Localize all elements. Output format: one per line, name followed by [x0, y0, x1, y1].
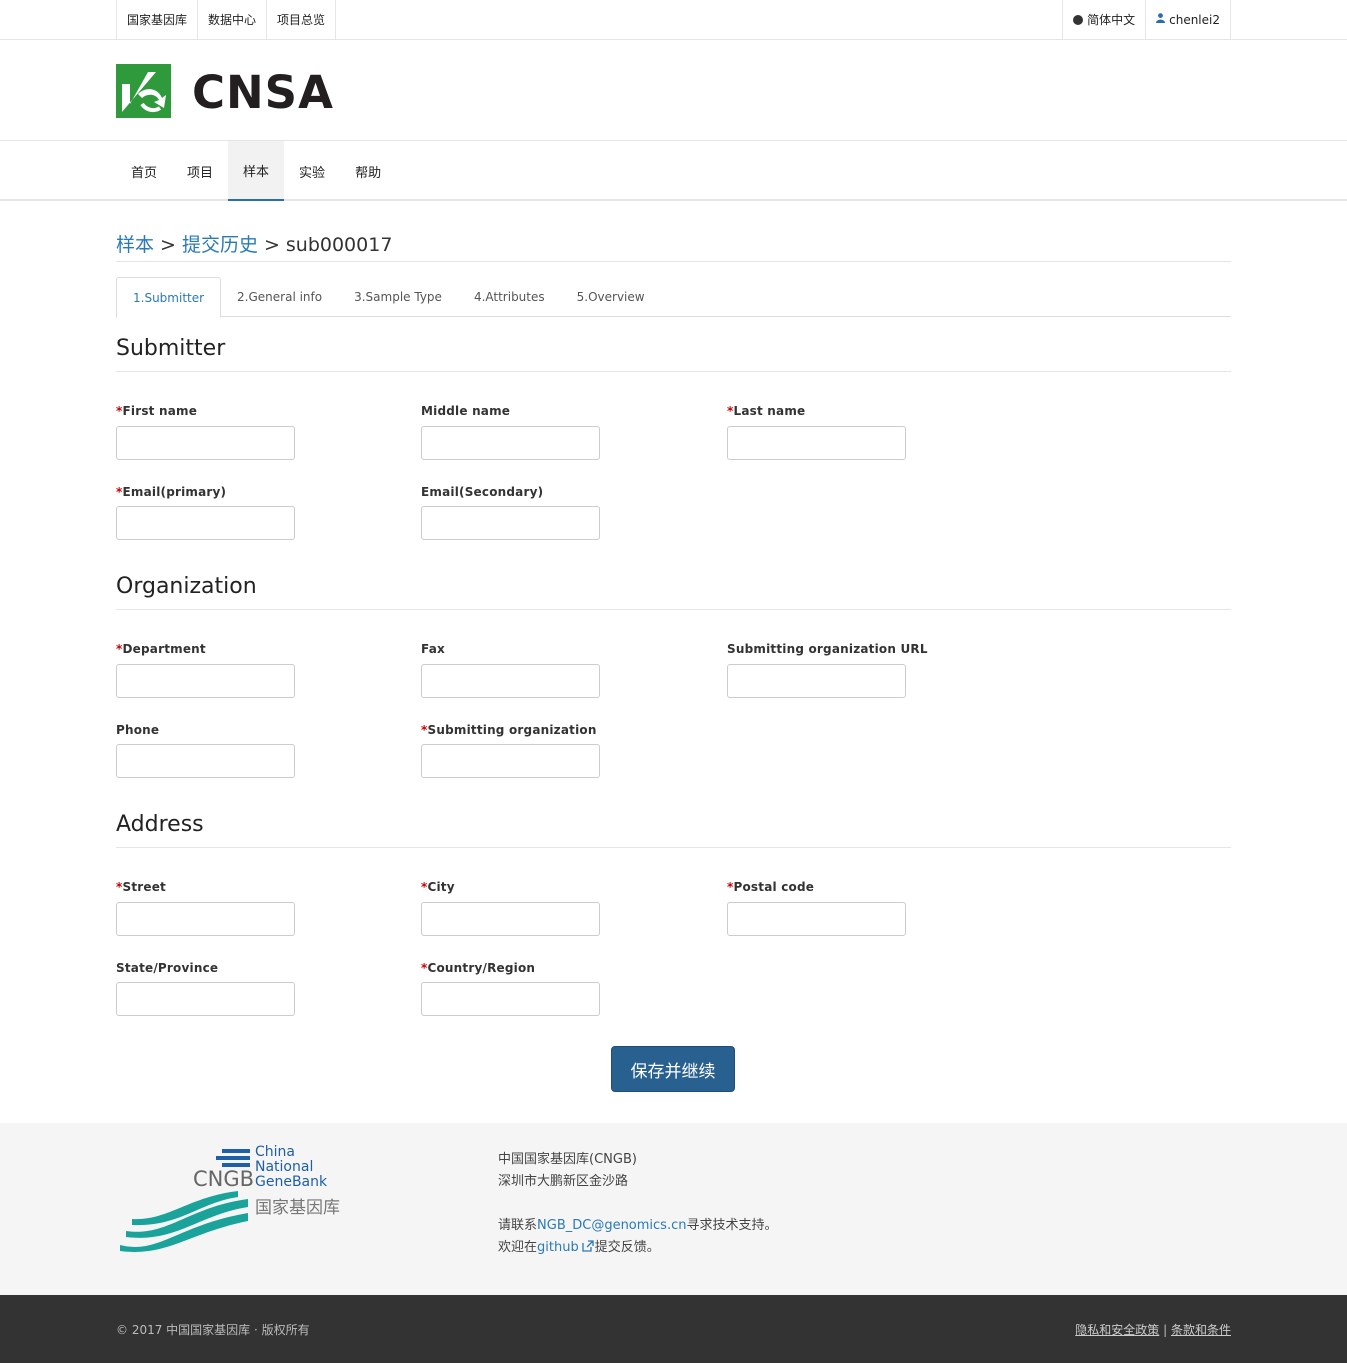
top-link-project-overview[interactable]: 项目总览 [266, 0, 337, 39]
submitting-org-input[interactable] [421, 744, 600, 778]
section-title-submitter: Submitter [116, 336, 1231, 372]
language-switcher[interactable]: 简体中文 [1062, 0, 1145, 39]
top-link-gene-bank[interactable]: 国家基因库 [116, 0, 197, 39]
top-bar: 国家基因库 数据中心 项目总览 简体中文 chenlei2 [0, 0, 1347, 40]
logo-cngb: CNGB [193, 1167, 255, 1191]
save-continue-button[interactable]: 保存并继续 [611, 1046, 735, 1092]
logo-cn: 国家基因库 [255, 1198, 340, 1218]
tab-sample-type[interactable]: 3.Sample Type [338, 277, 458, 317]
label-first-name: *First name [116, 404, 198, 418]
breadcrumb-history[interactable]: 提交历史 [182, 234, 258, 256]
breadcrumb-separator: > [263, 234, 280, 256]
nav-project[interactable]: 项目 [172, 141, 228, 201]
top-links: 国家基因库 数据中心 项目总览 [116, 0, 337, 39]
terms-link[interactable]: 条款和条件 [1171, 1323, 1231, 1337]
cnsa-logo-text[interactable]: CNSA [192, 64, 334, 122]
label-last-name: *Last name [727, 404, 806, 418]
label-postal-code: *Postal code [727, 880, 815, 894]
middle-name-input[interactable] [421, 426, 600, 460]
nav-help[interactable]: 帮助 [340, 141, 396, 201]
footer-contact: 请联系NGB_DC@genomics.cn寻求技术支持。 [498, 1218, 778, 1233]
label-department: *Department [116, 642, 206, 656]
city-input[interactable] [421, 902, 600, 936]
policy-links: 隐私和安全政策 | 条款和条件 [1075, 1321, 1231, 1338]
street-input[interactable] [116, 902, 295, 936]
footer-feedback: 欢迎在github 提交反馈。 [498, 1237, 778, 1260]
globe-icon [1073, 14, 1084, 25]
footer: China National GeneBank CNGB 国家基因库 中国国家基… [0, 1123, 1347, 1295]
user-icon [1156, 13, 1166, 26]
privacy-link[interactable]: 隐私和安全政策 [1075, 1323, 1159, 1337]
nav-experiment[interactable]: 实验 [284, 141, 340, 201]
last-name-input[interactable] [727, 426, 906, 460]
copyright-text: © 2017 中国国家基因库 · 版权所有 [116, 1323, 310, 1337]
org-url-input[interactable] [727, 664, 906, 698]
label-street: *Street [116, 880, 166, 894]
external-link-icon [582, 1238, 594, 1260]
email-primary-input[interactable] [116, 506, 295, 540]
postal-code-input[interactable] [727, 902, 906, 936]
country-input[interactable] [421, 982, 600, 1016]
github-link[interactable]: github [537, 1240, 579, 1255]
top-right-menu: 简体中文 chenlei2 [1062, 0, 1231, 39]
label-phone: Phone [116, 723, 160, 737]
footer-info: 中国国家基因库(CNGB) 深圳市大鹏新区金沙路 请联系NGB_DC@genom… [498, 1149, 778, 1260]
label-org-url: Submitting organization URL [727, 642, 928, 656]
label-country: *Country/Region [421, 961, 536, 975]
contact-email-link[interactable]: NGB_DC@genomics.cn [537, 1218, 686, 1233]
label-fax: Fax [421, 642, 445, 656]
label-middle-name: Middle name [421, 404, 511, 418]
divider: | [1163, 1323, 1168, 1337]
username: chenlei2 [1169, 12, 1220, 27]
tab-attributes[interactable]: 4.Attributes [458, 277, 561, 317]
label-email-primary: *Email(primary) [116, 485, 227, 499]
email-secondary-input[interactable] [421, 506, 600, 540]
logo-line-genebank: GeneBank [255, 1174, 328, 1190]
label-state: State/Province [116, 961, 219, 975]
user-menu[interactable]: chenlei2 [1145, 0, 1231, 39]
breadcrumb-separator: > [160, 234, 176, 256]
language-label: 简体中文 [1087, 13, 1136, 27]
phone-input[interactable] [116, 744, 295, 778]
logo-line-national: National [255, 1159, 314, 1175]
department-input[interactable] [116, 664, 295, 698]
section-title-address: Address [116, 812, 1231, 848]
site-header: CNSA [0, 40, 1347, 141]
breadcrumb-sample[interactable]: 样本 [116, 234, 154, 256]
tab-submitter[interactable]: 1.Submitter [116, 277, 222, 318]
cngb-logo[interactable]: China National GeneBank CNGB 国家基因库 [118, 1145, 348, 1255]
footer-address: 深圳市大鹏新区金沙路 [498, 1174, 629, 1189]
label-submitting-org: *Submitting organization [421, 723, 597, 737]
bottom-bar: © 2017 中国国家基因库 · 版权所有 隐私和安全政策 | 条款和条件 [0, 1295, 1347, 1363]
cnsa-logo-icon[interactable] [116, 64, 171, 118]
breadcrumb-current: sub000017 [285, 234, 393, 256]
logo-line-china: China [255, 1144, 295, 1160]
nav-sample[interactable]: 样本 [228, 141, 285, 201]
top-link-data-center[interactable]: 数据中心 [197, 0, 266, 39]
label-city: *City [421, 880, 455, 894]
tab-overview[interactable]: 5.Overview [561, 277, 661, 317]
nav-home[interactable]: 首页 [116, 141, 172, 201]
main-nav: 首页 项目 样本 实验 帮助 [0, 141, 1347, 201]
section-title-organization: Organization [116, 574, 1231, 610]
breadcrumb: 样本 > 提交历史 > sub000017 [116, 232, 1231, 262]
tab-general-info[interactable]: 2.General info [221, 277, 338, 317]
fax-input[interactable] [421, 664, 600, 698]
state-input[interactable] [116, 982, 295, 1016]
label-email-secondary: Email(Secondary) [421, 485, 544, 499]
footer-org-name: 中国国家基因库(CNGB) [498, 1152, 637, 1167]
step-tabs: 1.Submitter 2.General info 3.Sample Type… [116, 277, 1231, 318]
first-name-input[interactable] [116, 426, 295, 460]
